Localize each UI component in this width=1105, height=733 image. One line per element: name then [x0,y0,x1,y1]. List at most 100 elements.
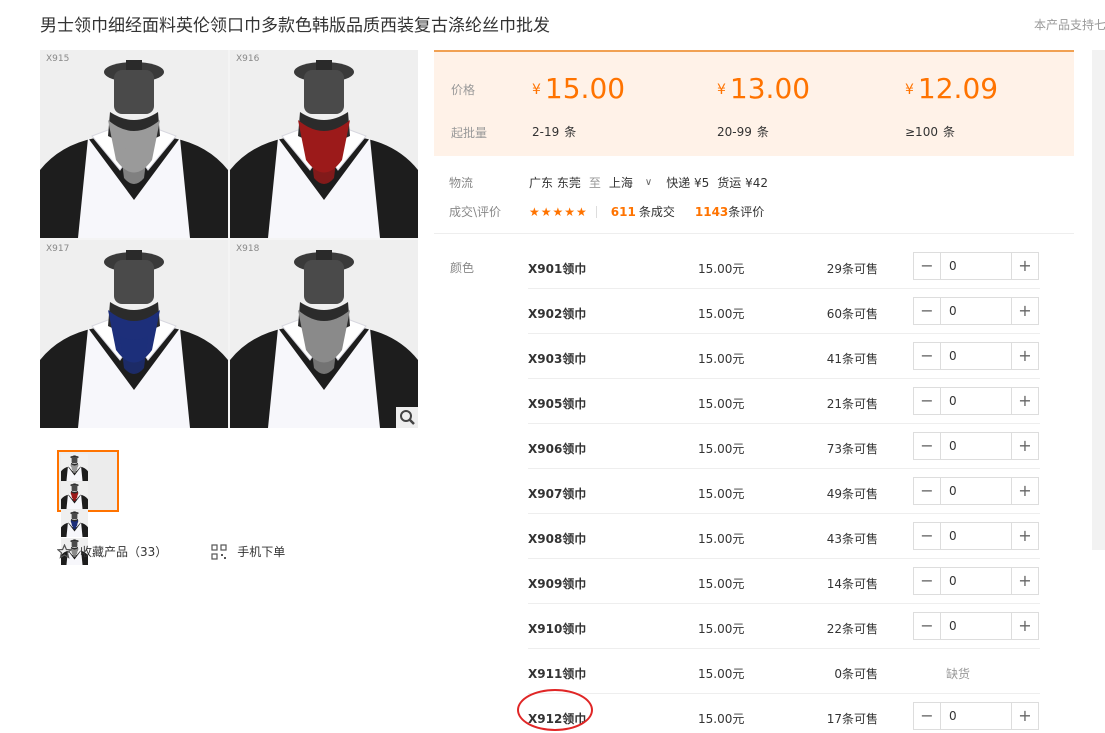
increment-button[interactable]: + [1011,343,1038,369]
tile-code: X917 [46,244,70,254]
quantity-stepper: −+ [913,522,1039,550]
decrement-button[interactable]: − [914,703,941,729]
sku-stock: 60条可售 [826,307,878,321]
increment-button[interactable]: + [1011,388,1038,414]
sku-name: X911领巾 [528,667,587,681]
sku-row: X907领巾15.00元49条可售−+ [528,469,1040,514]
sku-stock: 14条可售 [826,577,878,591]
currency-symbol: ¥ [717,82,726,98]
sku-price: 15.00元 [698,262,745,276]
currency-symbol: ¥ [532,82,541,98]
sku-price: 15.00元 [698,352,745,366]
increment-button[interactable]: + [1011,703,1038,729]
decrement-button[interactable]: − [914,253,941,279]
tier-price: 15.00 [544,72,626,105]
sku-stock: 43条可售 [826,532,878,546]
sku-stock: 17条可售 [826,712,878,726]
quantity-input[interactable] [941,613,1011,639]
moq-label: 起批量 [451,126,488,140]
sku-row: X903领巾15.00元41条可售−+ [528,334,1040,379]
scrollbar[interactable] [1092,50,1105,550]
increment-button[interactable]: + [1011,298,1038,324]
sku-name: X903领巾 [528,352,587,366]
increment-button[interactable]: + [1011,523,1038,549]
quantity-input[interactable] [941,433,1011,459]
increment-button[interactable]: + [1011,613,1038,639]
sku-row: X910领巾 15.00元 22条可售 − + [528,604,1040,649]
quantity-input[interactable] [941,478,1011,504]
decrement-button[interactable]: − [914,613,941,639]
sku-stock: 22条可售 [826,622,878,636]
deals-count[interactable]: 611 [611,205,636,219]
tile-image: X916 [230,50,418,238]
logistics-label: 物流 [449,176,474,190]
sku-row: X908领巾15.00元43条可售−+ [528,514,1040,559]
tile-code: X916 [236,54,260,64]
sku-name: X912领巾 [528,712,587,726]
sku-row: X909领巾15.00元14条可售−+ [528,559,1040,604]
decrement-button[interactable]: − [914,568,941,594]
tier-price: 12.09 [917,72,999,105]
sku-row: X906领巾15.00元73条可售−+ [528,424,1040,469]
sku-stock: 0条可售 [834,667,878,681]
zoom-icon[interactable] [396,407,418,428]
price-tier: ¥15.00 2-19 条 [532,72,626,139]
quantity-input[interactable] [941,523,1011,549]
increment-button[interactable]: + [1011,478,1038,504]
sku-row: X912领巾15.00元17条可售−+ [528,694,1040,733]
tier-range: ≥100 [905,125,938,139]
price-tier: ¥13.00 20-99 条 [717,72,810,139]
increment-button[interactable]: + [1011,253,1038,279]
increment-button[interactable]: + [1011,433,1038,459]
main-product-image[interactable]: X915 X916 X917 X918 [40,50,418,428]
deals-suffix: 条成交 [638,205,675,219]
favorite-button[interactable]: 收藏产品（33） [57,543,167,560]
quantity-input[interactable] [941,568,1011,594]
increment-button[interactable]: + [1011,568,1038,594]
sku-name: X908领巾 [528,532,587,546]
sku-name: X905领巾 [528,397,587,411]
quantity-stepper: −+ [913,702,1039,730]
rating-row: 成交\评价 ★★★★★ 611 条成交 1143 条评价 [449,203,764,220]
tile-image: X918 [230,240,418,428]
sku-price: 15.00元 [698,622,745,636]
quantity-input[interactable] [941,388,1011,414]
sku-price: 15.00元 [698,712,745,726]
quantity-stepper: −+ [913,252,1039,280]
decrement-button[interactable]: − [914,433,941,459]
quantity-input[interactable] [941,343,1011,369]
sku-price: 15.00元 [698,577,745,591]
tile-image: X915 [40,50,228,238]
sku-row: X911领巾 15.00元 0条可售 缺货 [528,649,1040,694]
chevron-down-icon[interactable]: ∨ [645,177,652,188]
decrement-button[interactable]: − [914,298,941,324]
decrement-button[interactable]: − [914,478,941,504]
thumb-mini [61,454,88,481]
sku-price: 15.00元 [698,442,745,456]
quantity-input[interactable] [941,703,1011,729]
tier-unit: 条 [756,125,769,139]
price-tier: ¥12.09 ≥100 条 [905,72,999,139]
quantity-stepper: −+ [913,477,1039,505]
sku-name: X910领巾 [528,622,587,636]
quantity-input[interactable] [941,298,1011,324]
tier-unit: 条 [564,125,577,139]
ship-from: 广东 东莞 [529,176,581,190]
currency-symbol: ¥ [905,82,914,98]
decrement-button[interactable]: − [914,388,941,414]
gallery-thumbnail[interactable] [57,450,119,565]
reviews-count[interactable]: 1143 [695,205,728,219]
mobile-order-button[interactable]: 手机下单 [211,543,285,560]
quantity-input[interactable] [941,253,1011,279]
sku-stock: 49条可售 [826,487,878,501]
support-text: 本产品支持七 [1034,18,1105,32]
product-title: 男士领巾细经面料英伦领口巾多款色韩版品质西装复古涤纶丝巾批发 [40,16,550,36]
decrement-button[interactable]: − [914,343,941,369]
ship-to-select[interactable]: 上海 [609,174,633,191]
mobile-order-label: 手机下单 [237,545,286,559]
color-label: 颜色 [450,261,475,275]
sku-name: X902领巾 [528,307,587,321]
tier-unit: 条 [942,125,955,139]
decrement-button[interactable]: − [914,523,941,549]
divider [595,205,597,218]
